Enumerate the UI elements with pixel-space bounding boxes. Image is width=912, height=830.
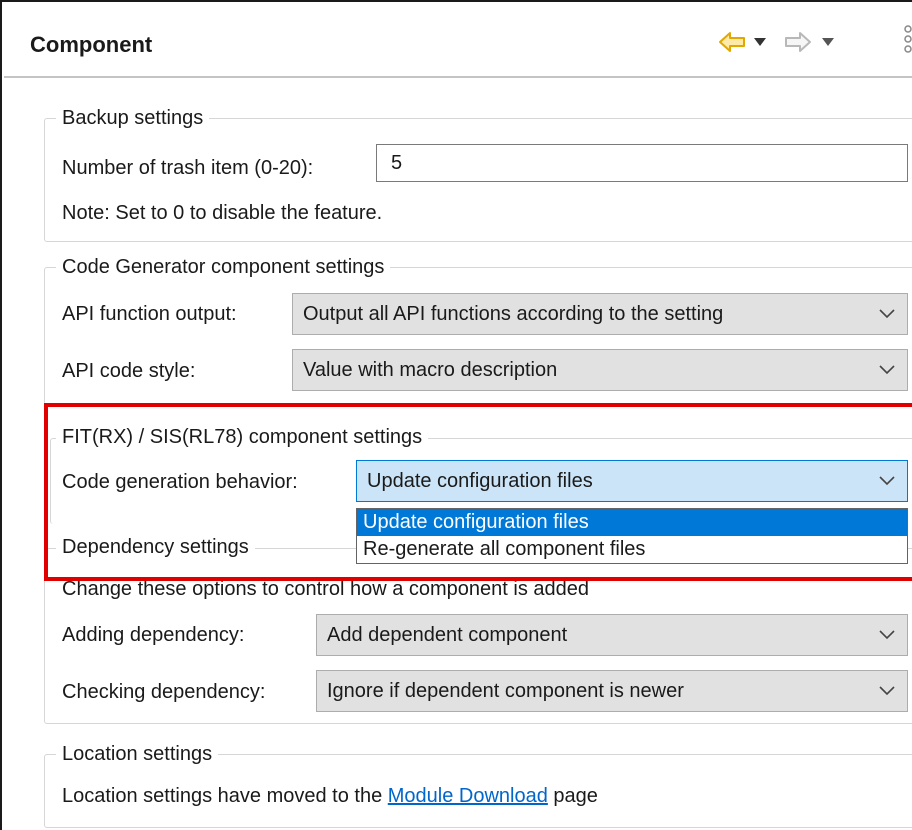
forward-button[interactable] [784,28,812,56]
api-output-label: API function output: [62,303,237,325]
option-update-configuration-files[interactable]: Update configuration files [357,509,907,536]
back-history-dropdown[interactable] [754,28,766,56]
location-text-before: Location settings have moved to the [62,785,388,807]
more-icon [904,25,912,53]
api-output-select[interactable]: Output all API functions according to th… [292,293,908,335]
dependency-legend: Dependency settings [56,535,255,559]
code-generator-legend: Code Generator component settings [56,255,391,279]
checking-dependency-label: Checking dependency: [62,681,266,703]
trash-item-label: Number of trash item (0-20): [62,157,314,179]
adding-dependency-select[interactable]: Add dependent component [316,614,908,656]
checking-dependency-select[interactable]: Ignore if dependent component is newer [316,670,908,712]
view-menu-button[interactable] [902,25,912,54]
fit-sis-legend: FIT(RX) / SIS(RL78) component settings [56,425,429,449]
page-title: Component [30,32,153,57]
location-text-after: page [547,785,598,807]
back-arrow-icon [719,32,745,52]
code-generation-behavior-label: Code generation behavior: [62,471,298,493]
option-regenerate-all-component-files[interactable]: Re-generate all component files [357,536,907,563]
trash-item-input[interactable] [376,144,908,182]
chevron-down-icon [822,38,834,46]
forward-history-dropdown[interactable] [822,28,834,56]
chevron-down-icon [879,630,895,640]
code-generation-behavior-value: Update configuration files [367,470,593,492]
page-header: Component [4,4,912,78]
backup-note: Note: Set to 0 to disable the feature. [62,202,383,224]
adding-dependency-value: Add dependent component [327,624,568,646]
dependency-note: Change these options to control how a co… [62,578,590,600]
api-style-select[interactable]: Value with macro description [292,349,908,391]
location-text: Location settings have moved to the Modu… [62,784,598,808]
api-output-value: Output all API functions according to th… [303,303,724,325]
api-style-label: API code style: [62,360,196,382]
api-style-value: Value with macro description [303,359,558,381]
adding-dependency-label: Adding dependency: [62,624,245,646]
chevron-down-icon [879,686,895,696]
preferences-window: Component Backup settings Number of tras… [0,0,912,830]
chevron-down-icon [754,38,766,46]
chevron-down-icon [879,309,895,319]
module-download-link[interactable]: Module Download [388,785,548,807]
back-button[interactable] [718,28,746,56]
forward-arrow-icon [785,32,811,52]
checking-dependency-value: Ignore if dependent component is newer [327,680,684,702]
code-generation-behavior-select[interactable]: Update configuration files [356,460,908,502]
backup-settings-legend: Backup settings [56,106,210,130]
chevron-down-icon [879,476,895,486]
chevron-down-icon [879,365,895,375]
code-generation-behavior-dropdown: Update configuration files Re-generate a… [356,508,908,564]
location-legend: Location settings [56,742,219,766]
